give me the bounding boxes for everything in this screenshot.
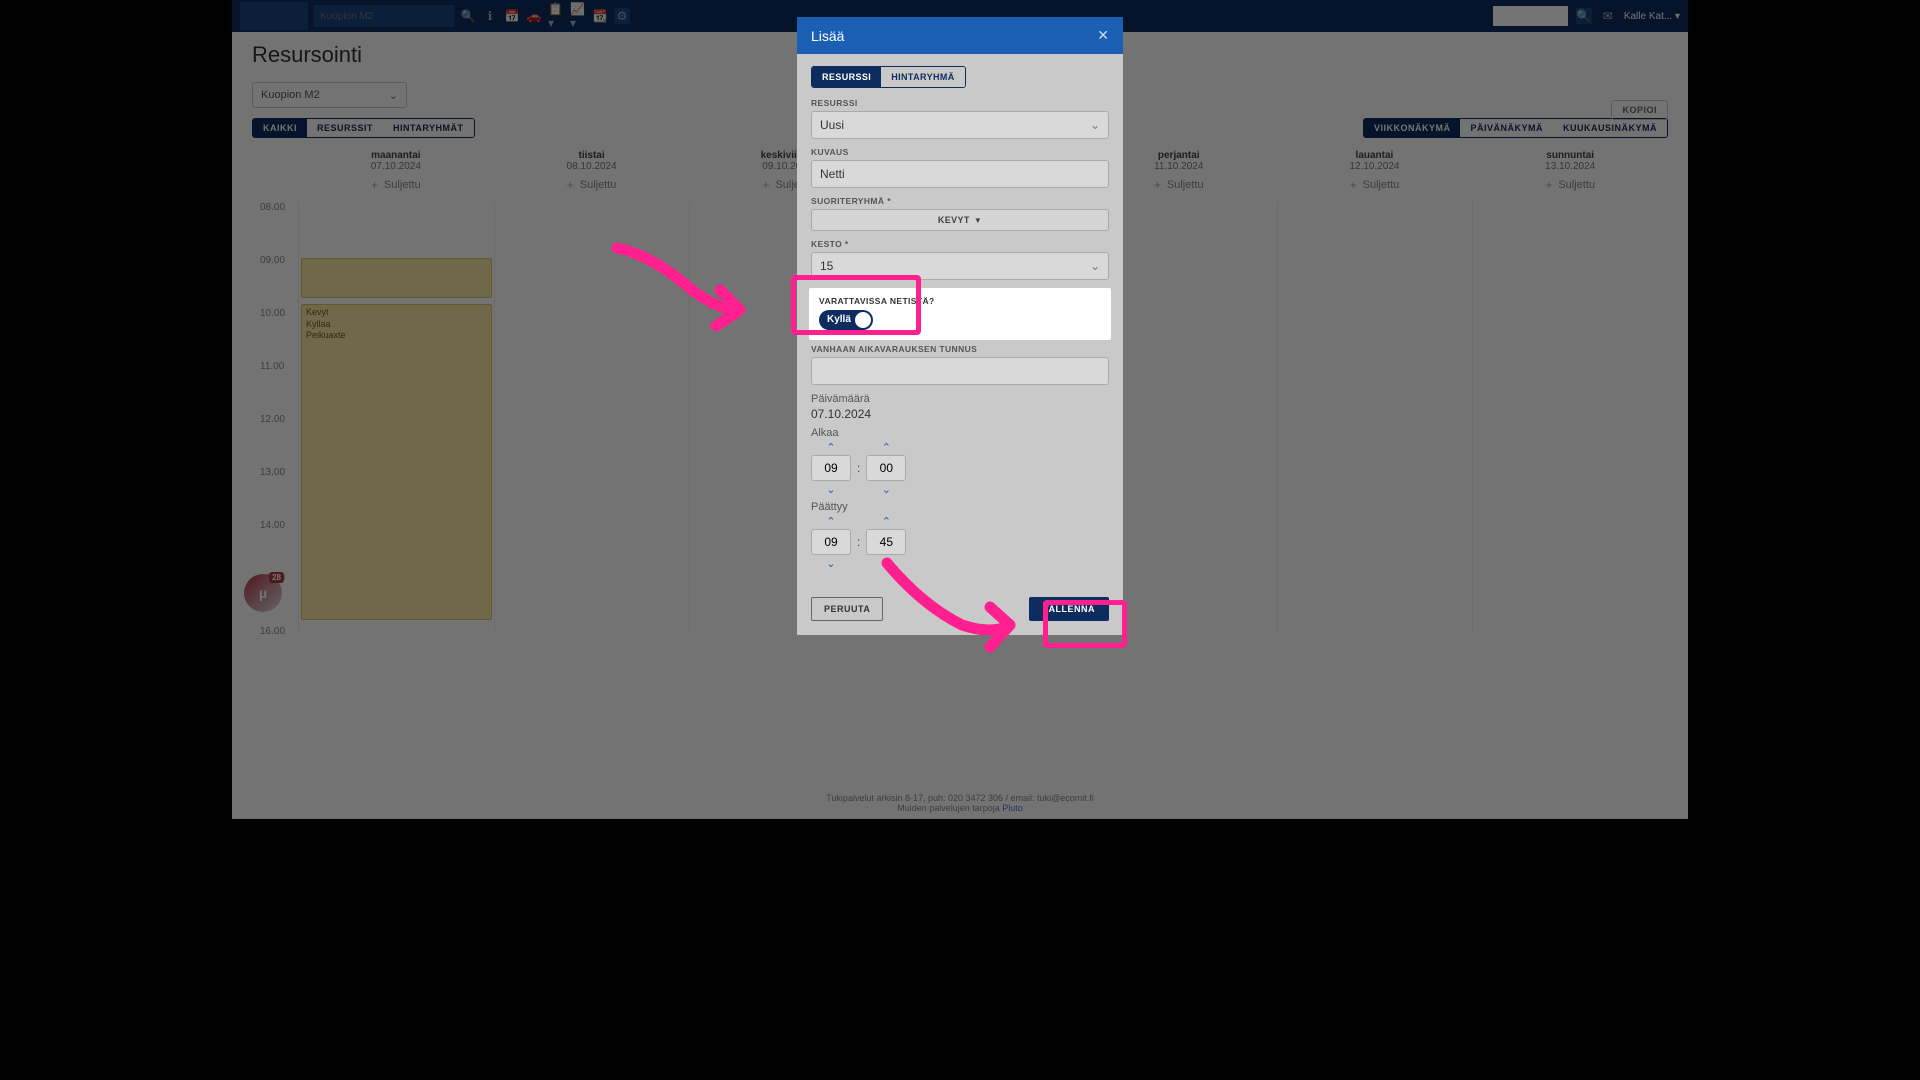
start-min-input[interactable] (866, 455, 906, 481)
tab-hintaryhma[interactable]: HINTARYHMÄ (881, 67, 965, 87)
save-button[interactable]: TALLENNA (1029, 597, 1109, 621)
end-min-input[interactable] (866, 529, 906, 555)
chevron-up-icon[interactable]: ⌃ (826, 441, 835, 453)
cancel-button[interactable]: PERUUTA (811, 597, 883, 621)
end-hour-input[interactable] (811, 529, 851, 555)
start-time-picker: ⌃⌄ : ⌃⌄ (811, 441, 1109, 495)
resurssi-select[interactable]: Uusi⌄ (811, 111, 1109, 139)
close-icon[interactable]: ✕ (1097, 27, 1109, 44)
modal-title: Lisää (811, 28, 844, 44)
netista-toggle[interactable]: Kyllä (819, 310, 873, 330)
kuvaus-input[interactable] (811, 160, 1109, 188)
start-hour-input[interactable] (811, 455, 851, 481)
tunnus-input[interactable] (811, 357, 1109, 385)
suoriteryhma-select[interactable]: KEVYT▼ (811, 209, 1109, 231)
date-value: 07.10.2024 (811, 407, 1109, 421)
tab-resurssi[interactable]: RESURSSI (812, 67, 881, 87)
end-time-picker: ⌃⌄ : ⌃⌄ (811, 515, 1109, 569)
kesto-select[interactable]: 15⌄ (811, 252, 1109, 280)
add-modal: Lisää ✕ RESURSSI HINTARYHMÄ RESURSSI Uus… (797, 17, 1123, 635)
chevron-down-icon[interactable]: ⌄ (826, 483, 835, 495)
modal-tabs: RESURSSI HINTARYHMÄ (811, 66, 966, 88)
